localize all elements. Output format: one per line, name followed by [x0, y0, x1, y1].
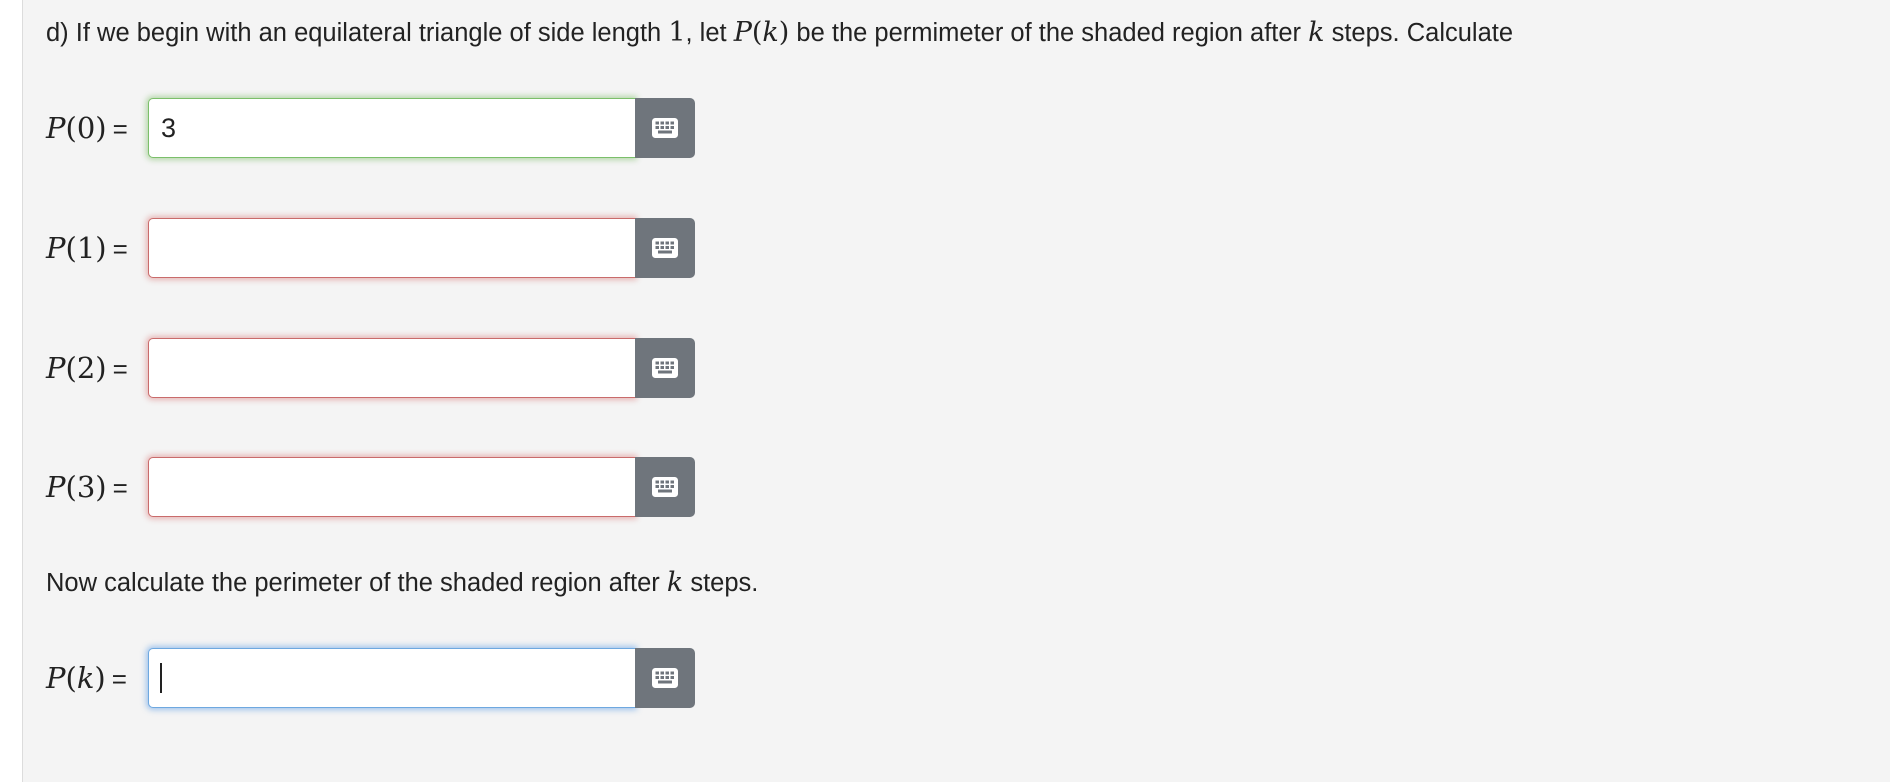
keyboard-button[interactable] — [635, 338, 695, 398]
keyboard-button[interactable] — [635, 218, 695, 278]
answer-row-p3: P(3) = — [46, 457, 706, 517]
instruction-text: Now calculate the perimeter of the shade… — [46, 563, 758, 603]
keyboard-icon — [652, 358, 678, 378]
answer-label: P(2) = — [46, 351, 128, 385]
function-argument: k — [762, 17, 779, 48]
instruction-text-segment: steps. — [683, 569, 759, 597]
question-text-segment: steps. Calculate — [1324, 19, 1514, 47]
variable-k: k — [1308, 17, 1325, 48]
keyboard-button[interactable] — [635, 457, 695, 517]
function-name: P — [733, 17, 752, 48]
question-text-segment: If we begin with an equilateral triangle… — [68, 19, 669, 47]
question-part-label: d) — [46, 19, 69, 47]
keyboard-icon — [652, 668, 678, 688]
answer-input-p3[interactable] — [148, 457, 635, 517]
answer-input-p0[interactable] — [148, 98, 635, 158]
question-text-segment: be the permimeter of the shaded region a… — [789, 19, 1309, 47]
answer-label: P(0) = — [46, 111, 128, 145]
side-length-value: 1 — [668, 17, 686, 48]
answer-label: P(1) = — [46, 231, 128, 265]
variable-k: k — [666, 567, 684, 598]
answer-row-p1: P(1) = — [46, 218, 706, 278]
keyboard-button[interactable] — [635, 648, 695, 708]
answer-input-group — [148, 218, 741, 278]
text-caret — [160, 663, 162, 693]
answer-row-pk: P(k) = — [46, 648, 706, 708]
keyboard-icon — [652, 118, 678, 138]
answer-label: P(3) = — [46, 470, 128, 504]
answer-input-pk[interactable] — [148, 648, 635, 708]
answer-input-group — [148, 457, 741, 517]
instruction-text-segment: Now calculate the perimeter of the shade… — [46, 569, 667, 597]
answer-row-p0: P(0) = — [46, 98, 706, 158]
question-text: d) If we begin with an equilateral trian… — [46, 17, 1514, 48]
answer-label: P(k) = — [46, 661, 127, 695]
answer-input-p1[interactable] — [148, 218, 635, 278]
question-text-segment: , let — [685, 19, 734, 47]
keyboard-button[interactable] — [635, 98, 695, 158]
keyboard-icon — [652, 477, 678, 497]
answer-input-group — [148, 648, 741, 708]
answer-input-p2[interactable] — [148, 338, 635, 398]
answer-row-p2: P(2) = — [46, 338, 706, 398]
keyboard-icon — [652, 238, 678, 258]
answer-input-group — [148, 338, 741, 398]
answer-input-group — [148, 98, 741, 158]
